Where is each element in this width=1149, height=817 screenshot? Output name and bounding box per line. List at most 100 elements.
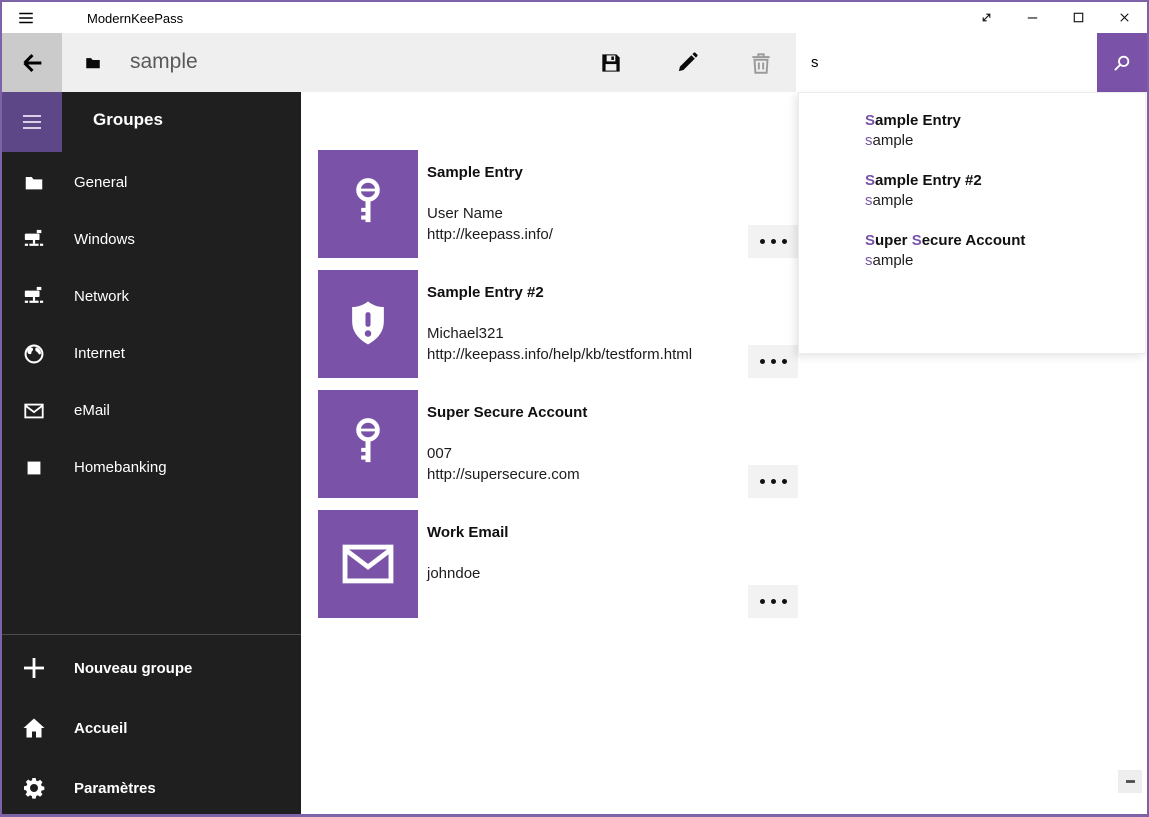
sidebar-item-email[interactable]: eMail <box>2 382 301 439</box>
menu-icon[interactable] <box>17 9 35 27</box>
search-icon <box>1112 53 1132 73</box>
sidebar-item-label: Paramètres <box>74 780 156 797</box>
entry-more-button[interactable] <box>748 585 798 618</box>
entry-username: Michael321 <box>427 323 692 344</box>
key-icon <box>339 175 397 233</box>
suggestion-title: Sample Entry #2 <box>865 168 1145 191</box>
suggestion-title: Super Secure Account <box>865 228 1145 251</box>
sidebar-footer-item-1[interactable]: Accueil <box>2 698 301 758</box>
sidebar-item-label: Network <box>74 288 129 305</box>
trash-icon <box>748 50 774 76</box>
appbar-more-button[interactable] <box>1118 770 1142 793</box>
edit-icon <box>674 50 700 76</box>
sidebar-footer-item-2[interactable]: Paramètres <box>2 758 301 817</box>
entry-tile <box>318 390 418 498</box>
sidebar-item-label: Windows <box>74 231 135 248</box>
entry-title: Sample Entry <box>427 164 523 181</box>
entry-details: Michael321 http://keepass.info/help/kb/t… <box>427 323 692 365</box>
entry-url: http://keepass.info/help/kb/testform.htm… <box>427 344 692 365</box>
sidebar-item-label: Nouveau groupe <box>74 660 192 677</box>
entry-more-button[interactable] <box>748 465 798 498</box>
entry-url: http://keepass.info/ <box>427 224 553 245</box>
back-button[interactable] <box>2 33 62 92</box>
close-icon <box>1117 10 1132 25</box>
entry-tile <box>318 510 418 618</box>
mail-icon <box>23 400 45 422</box>
entry-more-button[interactable] <box>748 225 798 258</box>
sidebar-footer-item-0[interactable]: Nouveau groupe <box>2 638 301 698</box>
groups-header: Groupes <box>93 110 163 130</box>
entry-details: 007 http://supersecure.com <box>427 443 580 485</box>
key-icon <box>339 415 397 473</box>
maximize-button[interactable] <box>1055 2 1101 33</box>
gear-icon <box>22 776 46 800</box>
sidebar-item-network[interactable]: Network <box>2 268 301 325</box>
back-arrow-icon <box>17 48 47 78</box>
sidebar: Groupes General Windows Network Internet… <box>2 92 301 814</box>
sidebar-item-label: Internet <box>74 345 125 362</box>
network-icon <box>23 286 45 308</box>
titlebar: ModernKeePass <box>2 2 1147 33</box>
delete-button[interactable] <box>748 50 774 76</box>
database-folder-icon <box>84 54 102 72</box>
window-controls <box>963 2 1147 33</box>
window-title: ModernKeePass <box>87 11 183 26</box>
entry-tile <box>318 150 418 258</box>
sidebar-divider <box>2 634 301 635</box>
entry-row[interactable]: Work Email johndoe <box>318 510 1118 618</box>
entry-details: User Name http://keepass.info/ <box>427 203 553 245</box>
sidebar-item-general[interactable]: General <box>2 154 301 211</box>
suggestion-title: Sample Entry <box>865 108 1145 131</box>
entry-username: johndoe <box>427 563 480 584</box>
maximize-icon <box>1071 10 1086 25</box>
entry-title: Sample Entry #2 <box>427 284 544 301</box>
entry-more-button[interactable] <box>748 345 798 378</box>
search-suggestion[interactable]: Sample Entry #2 sample <box>799 159 1145 219</box>
edit-button[interactable] <box>674 50 700 76</box>
close-button[interactable] <box>1101 2 1147 33</box>
network-icon <box>23 229 45 251</box>
suggestion-subtitle: sample <box>865 131 1145 151</box>
search-button[interactable] <box>1097 33 1147 92</box>
sidebar-item-label: Accueil <box>74 720 127 737</box>
folder-icon <box>23 172 45 194</box>
sidebar-item-label: Homebanking <box>74 459 167 476</box>
entry-row[interactable]: Super Secure Account 007 http://supersec… <box>318 390 1118 498</box>
app-bar: sample <box>2 33 1147 92</box>
hamburger-icon <box>20 110 44 134</box>
sidebar-item-homebanking[interactable]: Homebanking <box>2 439 301 496</box>
mail-icon <box>339 535 397 593</box>
database-title: sample <box>130 50 198 74</box>
minimize-button[interactable] <box>1009 2 1055 33</box>
entry-title: Super Secure Account <box>427 404 587 421</box>
suggestion-subtitle: sample <box>865 251 1145 271</box>
suggestion-subtitle: sample <box>865 191 1145 211</box>
save-icon <box>598 50 624 76</box>
globe-icon <box>23 343 45 365</box>
minimize-icon <box>1025 10 1040 25</box>
home-icon <box>22 716 46 740</box>
sidebar-item-label: General <box>74 174 127 191</box>
entry-username: User Name <box>427 203 553 224</box>
plus-icon <box>22 656 46 680</box>
fullscreen-button[interactable] <box>963 2 1009 33</box>
sidebar-item-internet[interactable]: Internet <box>2 325 301 382</box>
collapse-icon <box>1124 775 1137 788</box>
save-button[interactable] <box>598 50 624 76</box>
square-icon <box>23 457 45 479</box>
entry-username: 007 <box>427 443 580 464</box>
search-suggestion[interactable]: Sample Entry sample <box>799 99 1145 159</box>
search-input[interactable] <box>796 33 1097 92</box>
search-suggestion[interactable]: Super Secure Account sample <box>799 219 1145 279</box>
nav-toggle-button[interactable] <box>2 92 62 152</box>
entry-tile <box>318 270 418 378</box>
search-box <box>796 33 1097 92</box>
expand-icon <box>979 10 994 25</box>
entry-details: johndoe <box>427 563 480 584</box>
search-suggestions: Sample Entry sample Sample Entry #2 samp… <box>798 92 1146 354</box>
app-window: ModernKeePass sample Groupes General <box>0 0 1149 817</box>
sidebar-item-label: eMail <box>74 402 110 419</box>
entry-url: http://supersecure.com <box>427 464 580 485</box>
sidebar-item-windows[interactable]: Windows <box>2 211 301 268</box>
sidebar-footer: Nouveau groupe Accueil Paramètres <box>2 638 301 817</box>
